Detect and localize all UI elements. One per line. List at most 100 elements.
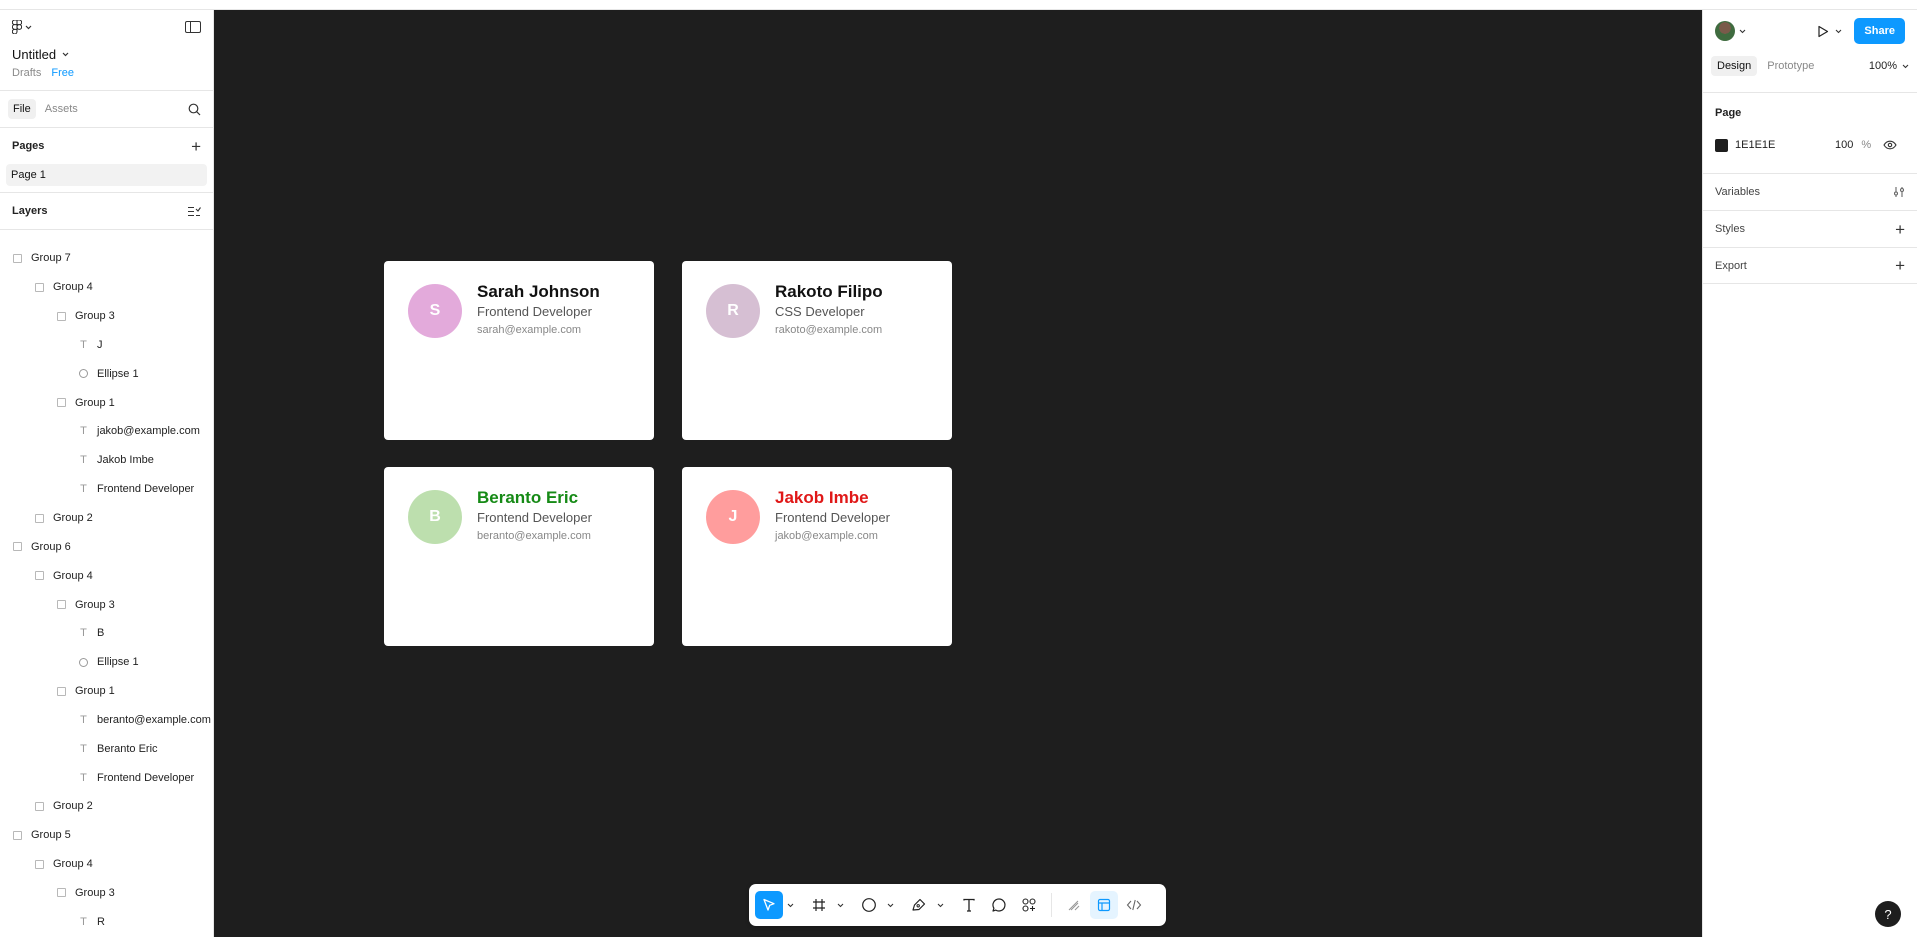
text-icon bbox=[963, 898, 975, 912]
layer-item[interactable]: TR bbox=[0, 907, 213, 936]
variables-row[interactable]: Variables bbox=[1703, 173, 1917, 210]
main-menu-button[interactable] bbox=[12, 20, 32, 34]
page-section-title: Page bbox=[1715, 107, 1742, 119]
share-button[interactable]: Share bbox=[1854, 18, 1905, 44]
pen-icon bbox=[912, 898, 926, 911]
figma-logo-icon bbox=[12, 20, 22, 34]
chevron-down-icon[interactable] bbox=[1739, 29, 1746, 34]
draw-mode-button[interactable] bbox=[1060, 891, 1088, 919]
layer-item[interactable]: Ellipse 1 bbox=[0, 359, 213, 388]
comment-tool-button[interactable] bbox=[985, 891, 1013, 919]
frame-tool-button[interactable] bbox=[805, 891, 833, 919]
layer-item[interactable]: T Beranto Eric bbox=[0, 734, 213, 763]
layer-item[interactable]: TJ bbox=[0, 331, 213, 360]
layer-item[interactable]: Group 5 bbox=[0, 821, 213, 850]
zoom-control[interactable]: 100% bbox=[1869, 60, 1909, 72]
avatar: R bbox=[706, 284, 760, 338]
layer-label: Group 3 bbox=[75, 310, 115, 323]
actions-icon bbox=[1022, 898, 1036, 912]
layer-label: Group 6 bbox=[31, 540, 71, 553]
present-button[interactable] bbox=[1817, 25, 1842, 38]
tab-prototype[interactable]: Prototype bbox=[1761, 56, 1820, 76]
profile-card-jakob[interactable]: J Jakob Imbe Frontend Developer jakob@ex… bbox=[682, 467, 952, 646]
card-name: Beranto Eric bbox=[477, 488, 579, 507]
layer-label: Group 1 bbox=[75, 685, 115, 698]
chevron-down-icon bbox=[25, 25, 32, 29]
actions-tool-button[interactable] bbox=[1015, 891, 1043, 919]
right-top-bar: Share bbox=[1703, 10, 1917, 52]
page-color-row[interactable]: 1E1E1E 100 % bbox=[1703, 129, 1917, 161]
text-layer-icon: T bbox=[80, 771, 87, 784]
variables-settings-icon[interactable] bbox=[1893, 186, 1905, 198]
add-export-icon[interactable]: + bbox=[1895, 257, 1905, 274]
layer-item[interactable]: Group 4 bbox=[0, 850, 213, 879]
layer-item[interactable]: Group 4 bbox=[0, 561, 213, 590]
layer-item[interactable]: Group 1 bbox=[0, 677, 213, 706]
layer-item[interactable]: Group 6 bbox=[0, 532, 213, 561]
search-icon[interactable] bbox=[188, 103, 201, 116]
page-color-swatch[interactable] bbox=[1715, 138, 1728, 152]
frame-tool-menu[interactable] bbox=[835, 903, 845, 908]
layer-label: B bbox=[97, 627, 105, 640]
plan-badge[interactable]: Free bbox=[51, 67, 74, 79]
layer-item[interactable]: Tjakob@example.com bbox=[0, 417, 213, 446]
layer-item[interactable]: Group 3 bbox=[0, 590, 213, 619]
design-mode-button[interactable] bbox=[1090, 891, 1118, 919]
profile-card-sarah[interactable]: S Sarah Johnson Frontend Developer sarah… bbox=[384, 261, 654, 440]
page-opacity[interactable]: 100 bbox=[1835, 139, 1853, 151]
card-email: beranto@example.com bbox=[477, 530, 591, 542]
dev-mode-button[interactable] bbox=[1120, 891, 1148, 919]
group-icon bbox=[57, 311, 66, 321]
layer-label: Group 4 bbox=[53, 569, 93, 582]
export-row[interactable]: Export + bbox=[1703, 247, 1917, 284]
layers-header: Layers bbox=[0, 193, 213, 229]
add-page-icon[interactable]: + bbox=[191, 138, 201, 155]
layer-item[interactable]: T Frontend Developer bbox=[0, 763, 213, 792]
tab-assets[interactable]: Assets bbox=[40, 99, 83, 119]
layer-item[interactable]: TB bbox=[0, 619, 213, 648]
profile-card-rakoto[interactable]: R Rakoto Filipo CSS Developer rakoto@exa… bbox=[682, 261, 952, 440]
toggle-sidebar-icon[interactable] bbox=[185, 21, 201, 33]
layer-item[interactable]: Group 3 bbox=[0, 879, 213, 908]
group-icon bbox=[13, 830, 22, 840]
layer-item[interactable]: Group 2 bbox=[0, 504, 213, 533]
layer-item[interactable]: Group 1 bbox=[0, 388, 213, 417]
shape-tool-button[interactable] bbox=[855, 891, 883, 919]
layer-item[interactable]: Group 3 bbox=[0, 302, 213, 331]
layer-item[interactable]: Ellipse 1 bbox=[0, 648, 213, 677]
styles-row[interactable]: Styles + bbox=[1703, 210, 1917, 247]
move-tool-menu[interactable] bbox=[785, 903, 795, 908]
file-title-row[interactable]: Untitled bbox=[0, 44, 213, 64]
layer-item[interactable]: T Jakob Imbe bbox=[0, 446, 213, 475]
chevron-down-icon bbox=[1836, 29, 1842, 33]
pen-tool-button[interactable] bbox=[905, 891, 933, 919]
tab-file[interactable]: File bbox=[8, 99, 36, 119]
user-avatar[interactable] bbox=[1715, 21, 1735, 41]
add-style-icon[interactable]: + bbox=[1895, 221, 1905, 238]
text-tool-button[interactable] bbox=[955, 891, 983, 919]
page-item-label: Page 1 bbox=[11, 169, 46, 181]
export-label: Export bbox=[1715, 259, 1747, 272]
move-tool-button[interactable] bbox=[755, 891, 783, 919]
canvas[interactable]: S Sarah Johnson Frontend Developer sarah… bbox=[214, 10, 1702, 937]
variables-label: Variables bbox=[1715, 186, 1761, 198]
chevron-down-icon bbox=[1902, 64, 1909, 68]
page-color-hex[interactable]: 1E1E1E bbox=[1735, 139, 1835, 151]
profile-card-beranto[interactable]: B Beranto Eric Frontend Developer berant… bbox=[384, 467, 654, 646]
layer-item[interactable]: Group 7 bbox=[0, 244, 213, 273]
layer-item[interactable]: T Frontend Developer bbox=[0, 475, 213, 504]
tab-design[interactable]: Design bbox=[1711, 56, 1758, 76]
eye-icon[interactable] bbox=[1883, 140, 1897, 150]
layer-item[interactable]: Group 4 bbox=[0, 273, 213, 302]
card-email: jakob@example.com bbox=[775, 530, 878, 542]
help-button[interactable]: ? bbox=[1875, 901, 1901, 927]
shape-tool-menu[interactable] bbox=[885, 903, 895, 908]
file-location[interactable]: Drafts bbox=[12, 67, 41, 79]
layers-filter-icon[interactable] bbox=[188, 206, 201, 217]
group-icon bbox=[35, 801, 44, 811]
layer-item[interactable]: Tberanto@example.com bbox=[0, 706, 213, 735]
page-item[interactable]: Page 1 bbox=[6, 164, 207, 186]
pen-tool-menu[interactable] bbox=[935, 903, 945, 908]
avatar: S bbox=[408, 284, 462, 338]
layer-item[interactable]: Group 2 bbox=[0, 792, 213, 821]
